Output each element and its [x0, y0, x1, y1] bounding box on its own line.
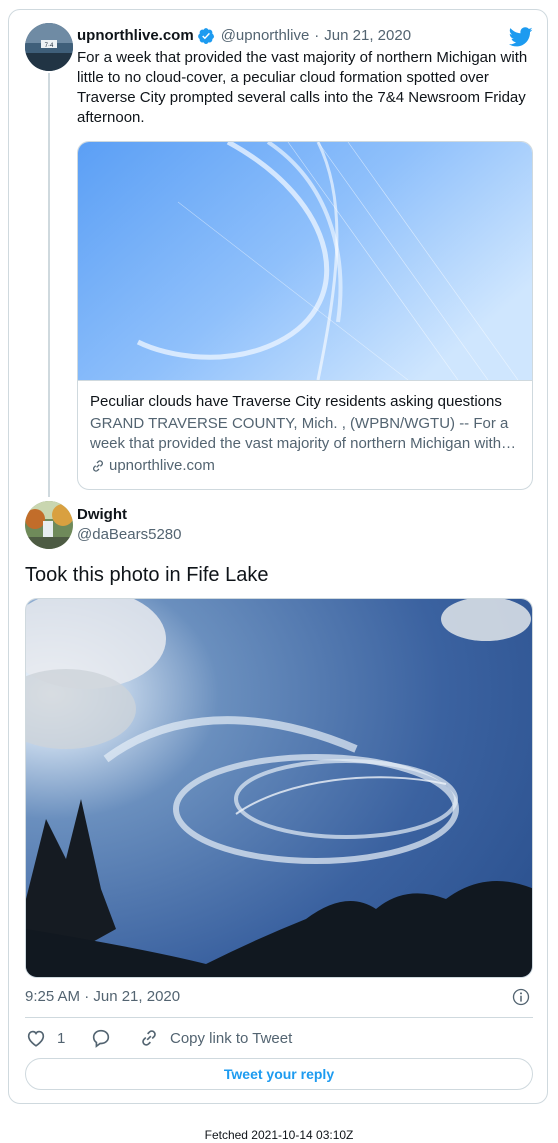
link-preview-image [78, 142, 532, 381]
copy-link-label: Copy link to Tweet [170, 1029, 293, 1047]
separator-dot: · [314, 27, 320, 44]
tweet-photo[interactable] [25, 598, 533, 978]
quoted-author-name[interactable]: upnorthlive.com [77, 26, 194, 46]
verified-badge-icon [197, 27, 215, 45]
link-preview-card[interactable]: Peculiar clouds have Traverse City resid… [77, 141, 533, 490]
link-card-description: GRAND TRAVERSE COUNTY, Mich. , (WPBN/WGT… [90, 415, 517, 452]
quoted-tweet-header: upnorthlive.com @upnorthlive · Jun 21, 2… [77, 26, 411, 46]
copy-link-icon [138, 1027, 160, 1049]
reply-icon [90, 1027, 112, 1049]
avatar-upnorthlive[interactable]: 7·4 [25, 23, 73, 71]
avatar-dwight[interactable] [25, 501, 73, 549]
thread-connector [48, 73, 50, 497]
quoted-tweet-date[interactable]: Jun 21, 2020 [324, 26, 411, 46]
link-domain-text: upnorthlive.com [109, 457, 215, 474]
twitter-bird-icon[interactable] [508, 25, 533, 49]
reply-action-button[interactable] [90, 1027, 112, 1049]
heart-icon [25, 1027, 47, 1049]
quoted-tweet-text: For a week that provided the vast majori… [77, 49, 528, 126]
like-button[interactable]: 1 [25, 1027, 65, 1049]
tweet-timestamp[interactable]: 9:25 AM · Jun 21, 2020 [25, 987, 180, 1007]
tweet-card: 7·4 upnorthlive.com @upnorthlive · Jun 2… [8, 9, 548, 1104]
link-icon [90, 458, 106, 474]
info-icon[interactable] [511, 987, 531, 1007]
main-author-name[interactable]: Dwight [77, 505, 127, 525]
tweet-your-reply-button[interactable]: Tweet your reply [25, 1058, 533, 1090]
fetched-footer: Fetched 2021-10-14 03:10Z [204, 1128, 354, 1142]
main-author-handle[interactable]: @daBears5280 [77, 525, 181, 545]
main-tweet-text: Took this photo in Fife Lake [25, 564, 269, 586]
copy-link-button[interactable]: Copy link to Tweet [138, 1027, 292, 1049]
link-card-domain: upnorthlive.com [90, 456, 215, 476]
like-count: 1 [57, 1029, 66, 1047]
quoted-author-handle[interactable]: @upnorthlive [221, 26, 310, 46]
actions-divider [25, 1017, 533, 1018]
link-card-title: Peculiar clouds have Traverse City resid… [90, 393, 502, 410]
svg-text:7·4: 7·4 [45, 43, 54, 49]
